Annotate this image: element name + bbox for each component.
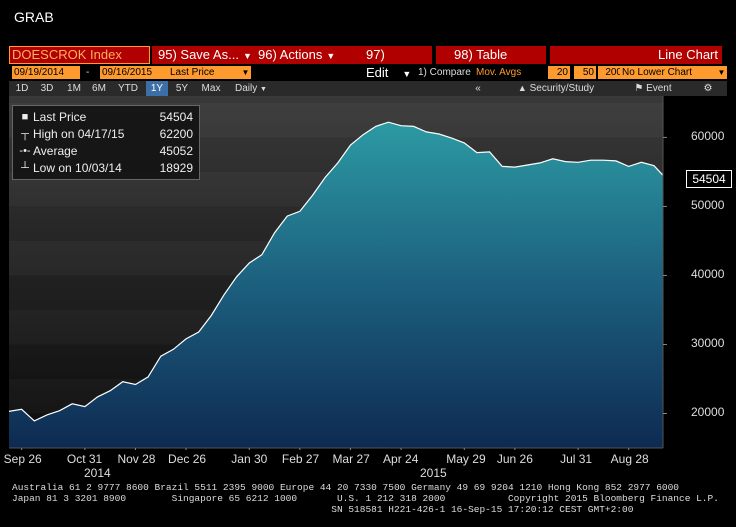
edit-button[interactable]: 97) Edit ▼ bbox=[340, 46, 432, 80]
security-study-button[interactable]: ▲ Security/Study bbox=[500, 81, 612, 96]
chevron-down-icon: ▼ bbox=[242, 51, 252, 61]
lower-chart-select[interactable]: No Lower Chart bbox=[620, 66, 716, 79]
period-button-1y[interactable]: 1Y bbox=[146, 81, 168, 96]
legend-high: ┬ High on 04/17/15 62200 bbox=[13, 126, 199, 142]
chevron-down-icon[interactable]: ▼ bbox=[240, 66, 251, 79]
chevron-down-icon: ▼ bbox=[260, 86, 267, 93]
edit-label: 97) Edit bbox=[366, 47, 389, 80]
legend-last-label: Last Price bbox=[33, 110, 87, 124]
legend-low-value: 18929 bbox=[159, 161, 193, 175]
frequency-select[interactable]: Daily ▼ bbox=[230, 81, 272, 96]
x-tick-label: Aug 28 bbox=[610, 452, 649, 466]
ticker-field[interactable]: DOESCROK Index bbox=[9, 46, 150, 64]
legend-low-label: Low on 10/03/14 bbox=[33, 161, 122, 175]
save-as-button[interactable]: 95) Save As... ▼ bbox=[152, 46, 252, 64]
chart-type-label: Line Chart bbox=[658, 47, 718, 62]
x-tick-label: May 29 bbox=[446, 452, 486, 466]
x-tick-label: Jun 26 bbox=[496, 452, 533, 466]
legend-high-label: High on 04/17/15 bbox=[33, 127, 125, 141]
x-tick-label: Jan 30 bbox=[231, 452, 268, 466]
window-title: GRAB bbox=[14, 9, 54, 25]
start-date-field[interactable]: 09/19/2014 bbox=[12, 66, 80, 79]
end-date-field[interactable]: 09/16/2015 bbox=[100, 66, 168, 79]
period-button-6m[interactable]: 6M bbox=[88, 81, 110, 96]
event-label: Event bbox=[646, 83, 672, 94]
actions-label: 96) Actions bbox=[258, 47, 323, 62]
grid-band bbox=[9, 96, 663, 103]
x-tick-label: Jul 31 bbox=[560, 452, 593, 466]
flag-icon: ⚑ bbox=[634, 83, 644, 94]
y-tick-label: 50000 bbox=[691, 198, 725, 213]
collapse-button[interactable]: « bbox=[468, 81, 488, 96]
chart-type-button[interactable]: Line Chart bbox=[550, 46, 722, 64]
price-field-select[interactable]: Last Price bbox=[168, 66, 240, 79]
period-button-5y[interactable]: 5Y bbox=[172, 81, 192, 96]
period-button-ytd[interactable]: YTD bbox=[114, 81, 142, 96]
footer-line-3: SN 518581 H221-426-1 16-Sep-15 17:20:12 … bbox=[12, 504, 634, 515]
legend-average-label: Average bbox=[33, 144, 78, 158]
x-tick-label: Dec 26 bbox=[168, 452, 207, 466]
y-tick-label: 40000 bbox=[691, 267, 725, 282]
period-button-1m[interactable]: 1M bbox=[64, 81, 84, 96]
chevron-down-icon: ▼ bbox=[402, 69, 412, 79]
security-study-label: Security/Study bbox=[529, 83, 595, 94]
gear-icon[interactable]: ⚙ bbox=[698, 81, 718, 96]
y-tick-label: 60000 bbox=[691, 129, 725, 144]
legend-high-value: 62200 bbox=[159, 127, 193, 141]
x-tick-label: Oct 31 bbox=[66, 452, 103, 466]
low-marker-icon: ┴ bbox=[21, 162, 29, 174]
date-separator: - bbox=[86, 67, 90, 78]
ma2-field[interactable]: 50 bbox=[574, 66, 596, 79]
actions-button[interactable]: 96) Actions ▼ bbox=[252, 46, 342, 64]
period-button-max[interactable]: Max bbox=[198, 81, 224, 96]
footer-line-1: Australia 61 2 9777 8600 Brazil 5511 239… bbox=[12, 482, 680, 493]
legend-last-price: ■ Last Price 54504 bbox=[13, 109, 199, 125]
chart-legend[interactable]: ■ Last Price 54504 ┬ High on 04/17/15 62… bbox=[12, 105, 200, 180]
y-tick-label: 30000 bbox=[691, 336, 725, 351]
compare-label[interactable]: 1) Compare bbox=[418, 66, 471, 79]
average-marker-icon: -•- bbox=[19, 145, 31, 157]
x-tick-label: Apr 24 bbox=[383, 452, 419, 466]
save-as-label: 95) Save As... bbox=[158, 47, 239, 62]
last-price-tag: 54504 bbox=[686, 170, 732, 188]
event-button[interactable]: ⚑ Event bbox=[622, 81, 684, 96]
year-label-2015: 2015 bbox=[420, 466, 447, 480]
year-label-2014: 2014 bbox=[84, 466, 111, 480]
table-button[interactable]: 98) Table bbox=[436, 46, 546, 64]
x-tick-label: Mar 27 bbox=[332, 452, 370, 466]
y-tick-label: 20000 bbox=[691, 405, 725, 420]
chevron-down-icon: ▼ bbox=[326, 51, 336, 61]
x-tick-label: Nov 28 bbox=[117, 452, 156, 466]
chevron-down-icon[interactable]: ▼ bbox=[716, 66, 727, 79]
legend-average-value: 45052 bbox=[159, 144, 193, 158]
square-icon: ■ bbox=[21, 111, 29, 123]
table-label: 98) Table bbox=[454, 47, 508, 62]
period-button-1d[interactable]: 1D bbox=[12, 81, 32, 96]
legend-low: ┴ Low on 10/03/14 18929 bbox=[13, 160, 199, 176]
x-tick-label: Feb 27 bbox=[281, 452, 320, 466]
high-marker-icon: ┬ bbox=[21, 128, 29, 140]
mov-avgs-link[interactable]: Mov. Avgs bbox=[476, 66, 521, 79]
footer-line-2: Japan 81 3 3201 8900 Singapore 65 6212 1… bbox=[12, 493, 719, 504]
period-button-3d[interactable]: 3D bbox=[36, 81, 58, 96]
security-study-icon: ▲ bbox=[517, 83, 527, 93]
legend-average: -•- Average 45052 bbox=[13, 143, 199, 159]
frequency-label: Daily bbox=[235, 83, 258, 94]
x-tick-label: Sep 26 bbox=[3, 452, 42, 466]
ma1-field[interactable]: 20 bbox=[548, 66, 570, 79]
legend-last-value: 54504 bbox=[159, 110, 193, 124]
